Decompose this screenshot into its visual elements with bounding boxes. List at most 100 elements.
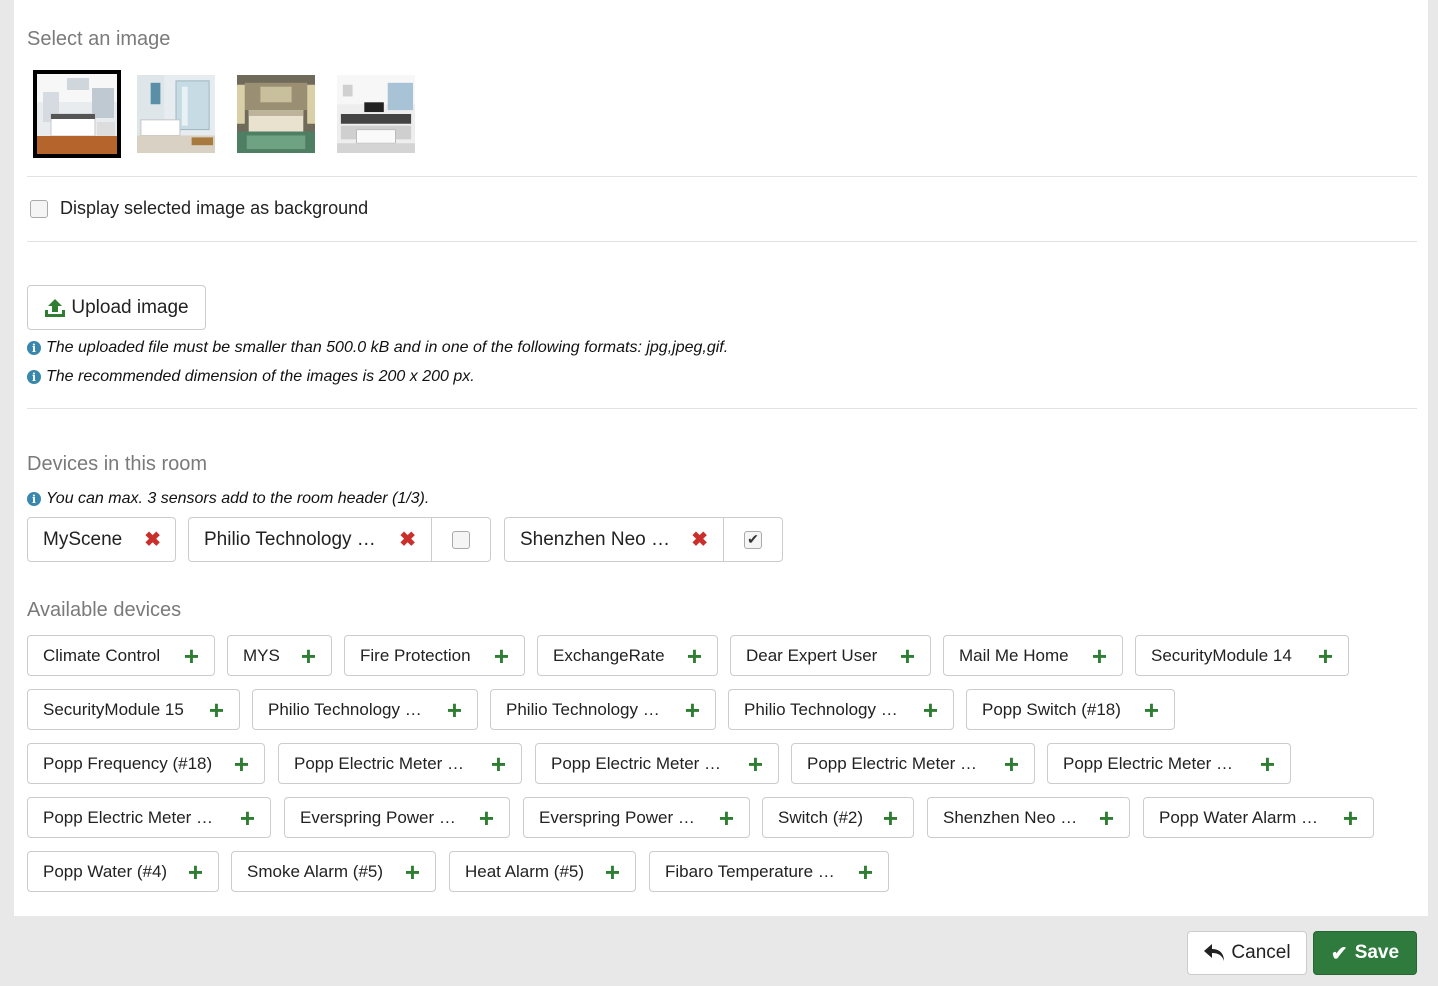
available-device[interactable]: Mail Me Home + — [943, 635, 1123, 676]
available-device[interactable]: Dear Expert User + — [730, 635, 931, 676]
divider — [27, 176, 1417, 177]
device-label: Climate Control — [43, 645, 161, 665]
info-icon: i — [27, 492, 41, 506]
device-label: Philio Technology … — [268, 699, 422, 719]
add-icon[interactable]: + — [479, 805, 494, 831]
divider — [27, 408, 1417, 409]
device-label: Fire Protection — [360, 645, 471, 665]
available-device[interactable]: Fire Protection + — [344, 635, 525, 676]
available-device[interactable]: Fibaro Temperature … + — [649, 851, 889, 892]
add-icon[interactable]: + — [719, 805, 734, 831]
device-label: Shenzhen Neo … — [943, 807, 1078, 827]
available-device[interactable]: Popp Electric Meter … + — [1047, 743, 1291, 784]
add-icon[interactable]: + — [883, 805, 898, 831]
add-icon[interactable]: + — [923, 697, 938, 723]
available-device[interactable]: Popp Electric Meter … + — [791, 743, 1035, 784]
add-icon[interactable]: + — [447, 697, 462, 723]
room-device-label: MyScene — [43, 528, 123, 550]
upload-size-info-text: The uploaded file must be smaller than 5… — [46, 339, 729, 356]
thumbnail-bathroom[interactable] — [137, 75, 215, 153]
room-device-label: Philio Technology … — [204, 528, 376, 550]
add-icon[interactable]: + — [900, 643, 915, 669]
add-icon[interactable]: + — [209, 697, 224, 723]
add-icon[interactable]: + — [1092, 643, 1107, 669]
available-device[interactable]: Philio Technology … + — [490, 689, 716, 730]
thumbnail-kitchen[interactable] — [33, 70, 121, 158]
available-device[interactable]: Shenzhen Neo … + — [927, 797, 1130, 838]
room-device-label: Shenzhen Neo … — [520, 528, 670, 550]
room-device-chip: Philio Technology … ✖ — [188, 517, 491, 562]
cancel-button[interactable]: Cancel — [1187, 931, 1307, 975]
add-icon[interactable]: + — [491, 751, 506, 777]
add-icon[interactable]: + — [858, 859, 873, 885]
add-icon[interactable]: + — [494, 643, 509, 669]
available-device[interactable]: Everspring Power … + — [284, 797, 510, 838]
add-icon[interactable]: + — [685, 697, 700, 723]
available-device[interactable]: Popp Electric Meter … + — [278, 743, 522, 784]
room-header-info: i You can max. 3 sensors add to the room… — [27, 490, 429, 508]
available-device[interactable]: Popp Switch (#18) + — [966, 689, 1175, 730]
available-device[interactable]: Popp Water (#4) + — [27, 851, 219, 892]
available-device[interactable]: Philio Technology … + — [728, 689, 954, 730]
devices-in-room-title: Devices in this room — [27, 453, 208, 475]
select-image-title: Select an image — [27, 28, 171, 50]
header-checkbox[interactable] — [452, 530, 470, 549]
available-device[interactable]: Switch (#2) + — [762, 797, 914, 838]
upload-image-label: Upload image — [71, 296, 189, 318]
available-device[interactable]: Popp Frequency (#18) + — [27, 743, 265, 784]
remove-icon[interactable]: ✖ — [399, 527, 416, 552]
upload-dimension-info-text: The recommended dimension of the images … — [46, 368, 475, 385]
device-label: Dear Expert User — [746, 645, 878, 665]
add-icon[interactable]: + — [1144, 697, 1159, 723]
add-icon[interactable]: + — [240, 805, 255, 831]
add-icon[interactable]: + — [1318, 643, 1333, 669]
add-icon[interactable]: + — [301, 643, 316, 669]
available-device[interactable]: Heat Alarm (#5) + — [449, 851, 636, 892]
add-icon[interactable]: + — [405, 859, 420, 885]
header-toggle[interactable] — [431, 518, 490, 561]
remove-icon[interactable]: ✖ — [144, 527, 161, 552]
available-device[interactable]: ExchangeRate + — [537, 635, 718, 676]
add-icon[interactable]: + — [188, 859, 203, 885]
available-device[interactable]: Popp Electric Meter … + — [535, 743, 779, 784]
add-icon[interactable]: + — [687, 643, 702, 669]
save-label: Save — [1354, 942, 1400, 963]
available-device[interactable]: Everspring Power … + — [523, 797, 750, 838]
device-label: Switch (#2) — [778, 807, 864, 827]
background-option[interactable]: Display selected image as background — [30, 198, 368, 219]
available-device[interactable]: Climate Control + — [27, 635, 215, 676]
add-icon[interactable]: + — [1343, 805, 1358, 831]
available-device[interactable]: MYS + — [227, 635, 332, 676]
header-checkbox[interactable]: ✔ — [744, 530, 762, 549]
save-button[interactable]: ✔ Save — [1313, 931, 1417, 975]
header-toggle[interactable]: ✔ — [723, 518, 782, 561]
available-device[interactable]: SecurityModule 14 + — [1135, 635, 1349, 676]
device-label: ExchangeRate — [553, 645, 665, 665]
add-icon[interactable]: + — [748, 751, 763, 777]
device-label: Popp Water (#4) — [43, 861, 168, 881]
available-device[interactable]: Philio Technology … + — [252, 689, 478, 730]
add-icon[interactable]: + — [234, 751, 249, 777]
background-checkbox[interactable] — [30, 199, 48, 218]
upload-image-button[interactable]: Upload image — [27, 285, 206, 330]
divider — [27, 241, 1417, 242]
room-device-main: Shenzhen Neo … ✖ — [505, 518, 723, 561]
available-device[interactable]: Popp Water Alarm … + — [1143, 797, 1374, 838]
available-device[interactable]: Popp Electric Meter … + — [27, 797, 271, 838]
device-label: Popp Electric Meter … — [294, 753, 465, 773]
add-icon[interactable]: + — [605, 859, 620, 885]
device-label: Popp Electric Meter … — [1063, 753, 1234, 773]
upload-icon — [44, 298, 66, 318]
cancel-label: Cancel — [1231, 942, 1291, 963]
add-icon[interactable]: + — [184, 643, 199, 669]
add-icon[interactable]: + — [1099, 805, 1114, 831]
available-device[interactable]: Smoke Alarm (#5) + — [231, 851, 436, 892]
thumbnail-bedroom[interactable] — [237, 75, 315, 153]
add-icon[interactable]: + — [1260, 751, 1275, 777]
device-label: Mail Me Home — [959, 645, 1069, 665]
remove-icon[interactable]: ✖ — [691, 527, 708, 552]
device-label: Popp Electric Meter … — [807, 753, 978, 773]
available-device[interactable]: SecurityModule 15 + — [27, 689, 240, 730]
thumbnail-living-room[interactable] — [337, 75, 415, 153]
add-icon[interactable]: + — [1004, 751, 1019, 777]
